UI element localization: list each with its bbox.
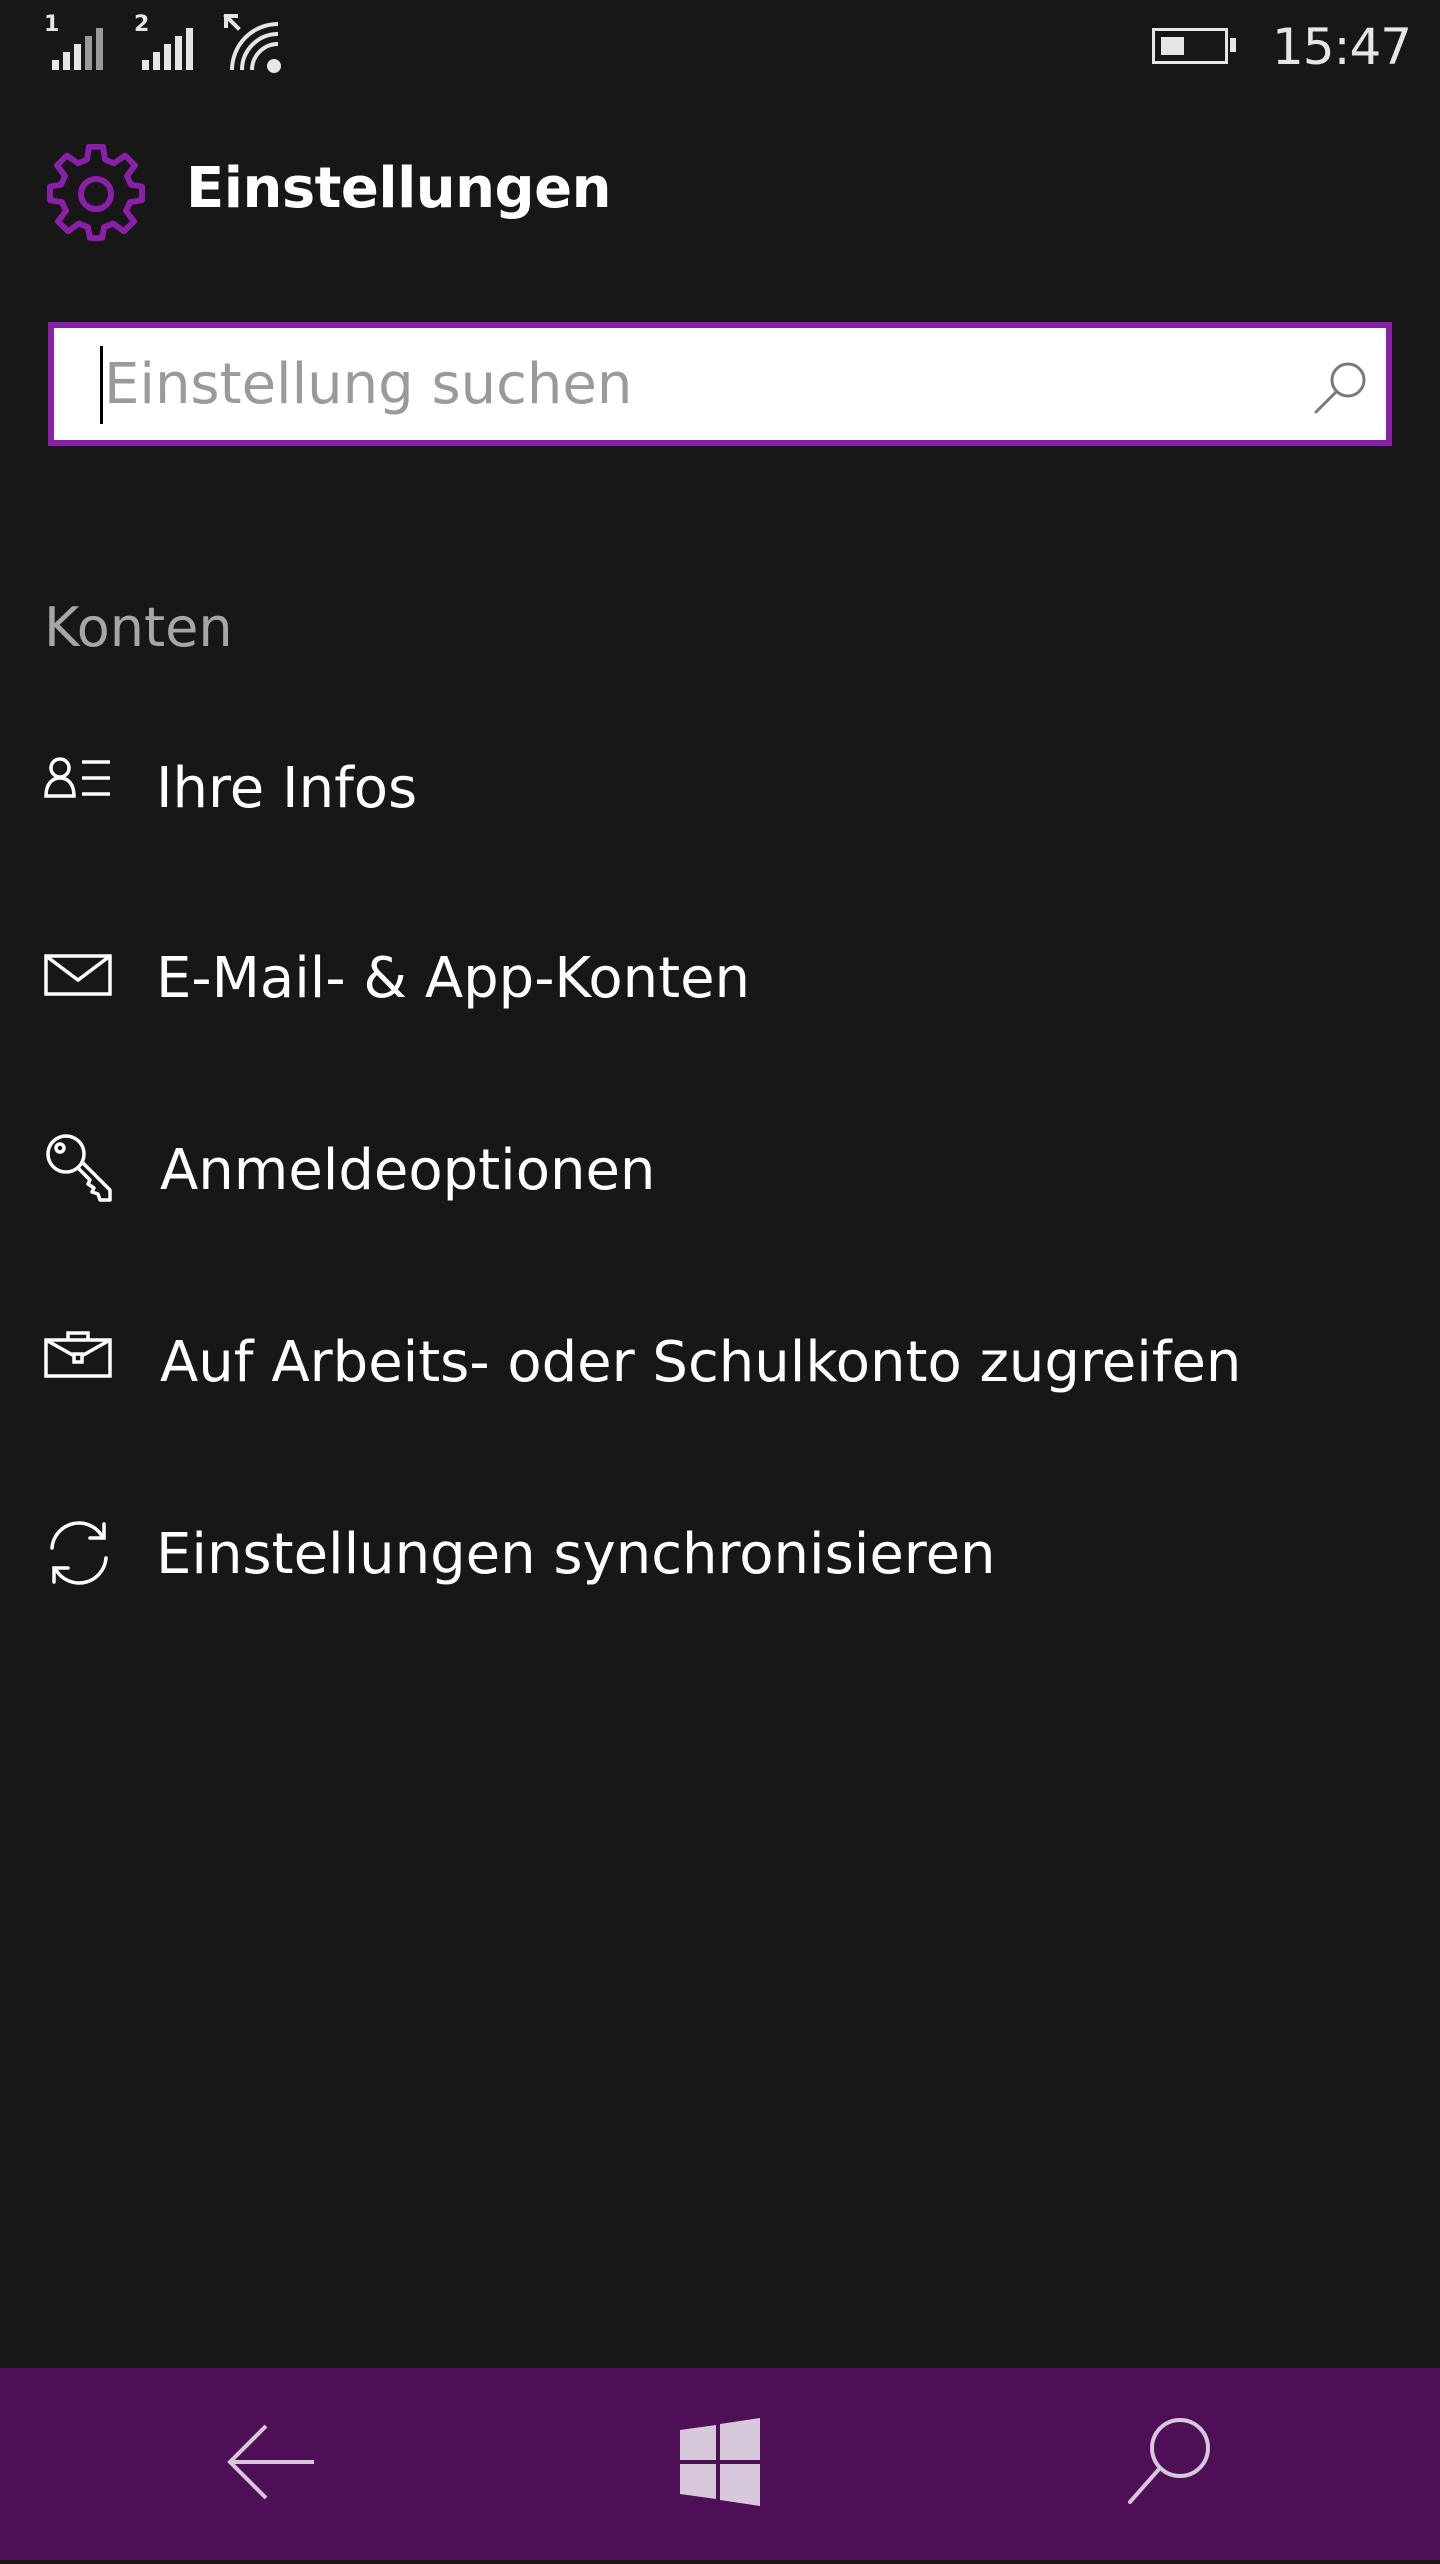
- status-bar: 1 2 15:47: [0, 0, 1440, 96]
- battery-fill: [1161, 37, 1184, 55]
- search-box[interactable]: [48, 322, 1392, 446]
- back-arrow-icon: [227, 2424, 314, 2500]
- mail-icon: [44, 954, 114, 1024]
- gear-icon: [46, 143, 146, 244]
- battery-icon: [1152, 28, 1228, 64]
- menu-item-sign-in-options[interactable]: Anmeldeoptionen: [0, 1096, 1440, 1246]
- key-icon: [44, 1132, 114, 1202]
- clock: 15:47: [1272, 18, 1412, 76]
- navigation-bar: [0, 2368, 1440, 2560]
- menu-item-label: E-Mail- & App-Konten: [156, 946, 751, 1011]
- sim1-signal-icon: 1: [44, 14, 114, 74]
- search-input[interactable]: [104, 342, 1284, 426]
- search-button[interactable]: [1068, 2368, 1268, 2560]
- menu-item-sync-settings[interactable]: Einstellungen synchronisieren: [0, 1480, 1440, 1630]
- menu-item-your-info[interactable]: Ihre Infos: [0, 712, 1440, 862]
- briefcase-icon: [44, 1330, 114, 1400]
- text-caret: [100, 346, 103, 424]
- battery-tip: [1230, 38, 1236, 52]
- menu-item-email-accounts[interactable]: E-Mail- & App-Konten: [0, 904, 1440, 1054]
- search-icon: [1128, 2418, 1210, 2504]
- menu-item-label: Einstellungen synchronisieren: [156, 1522, 996, 1587]
- back-button[interactable]: [172, 2368, 372, 2560]
- search-icon[interactable]: [1312, 358, 1370, 416]
- start-button[interactable]: [620, 2368, 820, 2560]
- wifi-icon: [222, 13, 292, 74]
- sim2-signal-icon: 2: [134, 14, 204, 74]
- page-title: Einstellungen: [186, 156, 611, 221]
- menu-item-work-school-access[interactable]: Auf Arbeits- oder Schulkonto zugreifen: [0, 1288, 1440, 1438]
- sync-icon: [44, 1518, 114, 1588]
- menu-item-label: Anmeldeoptionen: [160, 1138, 656, 1203]
- windows-logo-icon: [680, 2418, 760, 2506]
- menu-item-label: Ihre Infos: [156, 756, 418, 821]
- section-heading: Konten: [44, 596, 233, 659]
- user-info-icon: [44, 756, 114, 826]
- menu-item-label: Auf Arbeits- oder Schulkonto zugreifen: [160, 1330, 1242, 1395]
